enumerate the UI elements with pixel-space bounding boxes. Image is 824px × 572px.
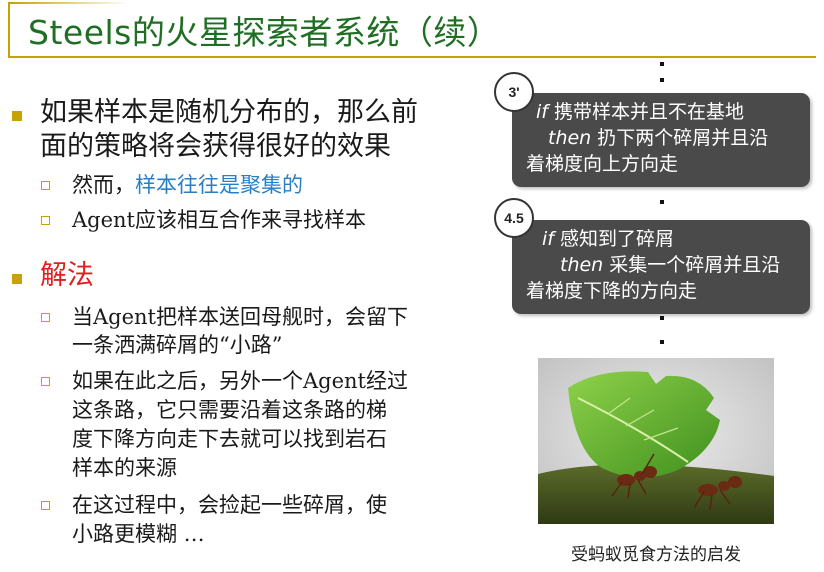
rule-2-then-line: then 采集一个碎屑并且沿 (526, 252, 796, 278)
sub-bullet-2-3 (41, 501, 50, 510)
connector-dot (660, 340, 664, 344)
leafcutter-ant-photo (538, 358, 774, 524)
rule-2-action-2: 着梯度下降的方向走 (526, 280, 698, 302)
connector-dot (660, 200, 664, 204)
rule-badge-4-5: 4.5 (494, 198, 534, 238)
sub-bullet-1-1 (41, 181, 50, 190)
rule-1-condition: 携带样本并且不在基地 (547, 101, 745, 123)
sub-bullet-1-2 (41, 216, 50, 225)
sub-bullet-2-3-line-1: 在这过程中，会捡起一些碎屑，使 (72, 493, 387, 517)
sub-bullet-2-2-line-4: 样本的来源 (72, 456, 177, 480)
then-keyword: then (560, 254, 604, 276)
then-keyword: then (548, 127, 592, 149)
bullet-square-2 (12, 274, 22, 284)
sub-bullet-2-1-line-1: 当Agent把样本送回母舰时，会留下 (72, 305, 408, 329)
rule-badge-3prime: 3' (494, 72, 534, 112)
leafcutter-ant-image (538, 358, 774, 524)
sub-bullet-1-1-prefix: 然而， (72, 173, 135, 197)
rule-2-if-line: if 感知到了碎屑 (526, 226, 796, 252)
sub-bullet-2-1 (41, 313, 50, 322)
connector-dot (660, 62, 664, 66)
sub-bullet-1-1-text: 然而，样本往往是聚集的 (72, 171, 303, 200)
rule-box-4-5: if 感知到了碎屑 then 采集一个碎屑并且沿 着梯度下降的方向走 (512, 220, 810, 314)
rule-box-3prime: if 携带样本并且不在基地 then 扔下两个碎屑并且沿 着梯度向上方向走 (512, 93, 810, 187)
bullet-1-line-1: 如果样本是随机分布的，那么前 (40, 97, 418, 128)
if-keyword: if (542, 228, 554, 250)
sub-bullet-2-1-line-2: 一条洒满碎屑的“小路” (72, 333, 283, 357)
sub-bullet-1-1-highlight: 样本往往是聚集的 (135, 173, 303, 197)
slide-title: Steels的火星探索者系统（续） (28, 13, 501, 52)
sub-bullet-2-2-line-1: 如果在此之后，另外一个Agent经过 (72, 369, 408, 393)
rule-1-action-2: 着梯度向上方向走 (526, 153, 679, 175)
sub-bullet-2-3-line-2: 小路更模糊 … (72, 522, 205, 546)
bullet-2-label: 解法 (40, 260, 94, 291)
figure-caption: 受蚂蚁觅食方法的启发 (571, 545, 741, 565)
sub-bullet-2-2 (41, 377, 50, 386)
connector-dot (660, 316, 664, 320)
bullet-square-1 (12, 111, 22, 121)
rule-1-action-1: 扔下两个碎屑并且沿 (591, 127, 769, 149)
rule-2-action-1: 采集一个碎屑并且沿 (603, 254, 781, 276)
rule-1-then-line: then 扔下两个碎屑并且沿 (526, 125, 796, 151)
sub-bullet-2-2-line-2: 这条路，它只需要沿着这条路的梯 (72, 398, 387, 422)
bullet-1-line-2: 面的策略将会获得很好的效果 (40, 131, 391, 162)
if-keyword: if (536, 101, 548, 123)
connector-dot (660, 78, 664, 82)
sub-bullet-1-2-text: Agent应该相互合作来寻找样本 (72, 208, 366, 232)
title-accent-bar (10, 2, 130, 4)
sub-bullet-2-2-line-3: 度下降方向走下去就可以找到岩石 (72, 427, 387, 451)
rule-2-condition: 感知到了碎屑 (553, 228, 675, 250)
rule-1-if-line: if 携带样本并且不在基地 (526, 99, 796, 125)
